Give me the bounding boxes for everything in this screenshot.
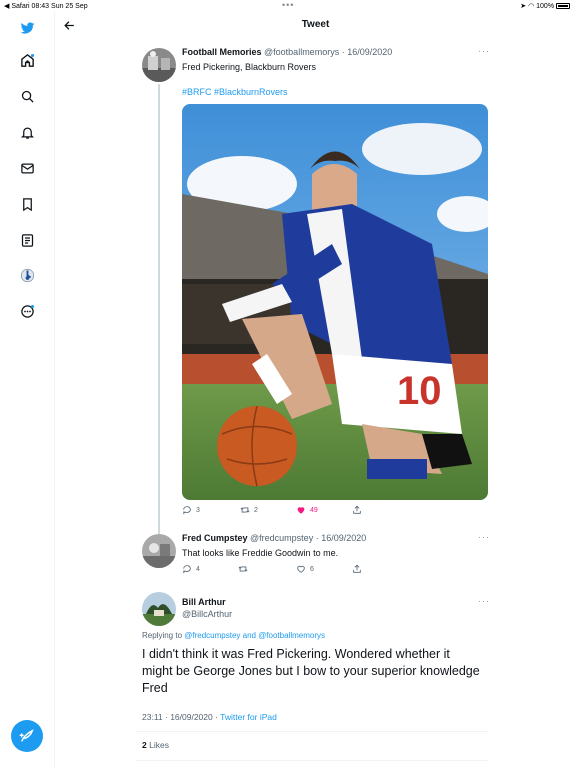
tweet1-text: Fred Pickering, Blackburn Rovers (182, 62, 317, 72)
tweet2-more-button[interactable]: ··· (478, 532, 490, 542)
tweet1-handle-date[interactable]: @footballmemorys · 16/09/2020 (264, 47, 392, 57)
divider (136, 731, 488, 732)
tweet2-like-button[interactable]: 6 (296, 564, 314, 574)
replying-and: and (240, 631, 259, 640)
tweet2-retweet-button[interactable] (238, 564, 248, 574)
tweet1-retweet-count: 2 (254, 506, 258, 514)
retweet-icon (240, 507, 250, 513)
tweet1-like-count: 49 (310, 506, 318, 514)
page-header: Tweet (55, 12, 576, 40)
tweet2-handle-date[interactable]: @fredcumpstey · 16/09/2020 (250, 533, 366, 543)
status-right: ➤ ◠ 100% (520, 2, 570, 10)
multitask-dots[interactable]: ••• (282, 0, 294, 10)
tweet1-share-button[interactable] (352, 505, 362, 515)
main-tweet-source[interactable]: Twitter for iPad (220, 712, 277, 722)
tweet1-more-button[interactable]: ··· (478, 46, 490, 56)
battery-icon (556, 3, 570, 9)
avatar-fred-cumpstey[interactable] (142, 534, 176, 568)
home-icon[interactable] (17, 50, 37, 70)
battery-percent: 100% (536, 3, 555, 10)
main-tweet-text: I didn't think it was Fred Pickering. Wo… (142, 647, 480, 695)
main-tweet-time-date[interactable]: 23:11 · 16/09/2020 · (142, 712, 220, 722)
compose-tweet-icon (19, 729, 34, 742)
tweet2-share-button[interactable] (352, 564, 362, 574)
tweet1-reply-button[interactable]: 3 (182, 505, 200, 515)
avatar-bill-arthur[interactable] (142, 592, 176, 626)
replying-to: Replying to @fredcumpstey and @footballm… (142, 631, 325, 640)
heart-filled-icon (297, 507, 305, 514)
page-title: Tweet (301, 19, 330, 30)
sidebar (0, 12, 55, 768)
retweet-icon (238, 566, 248, 572)
divider (136, 760, 488, 761)
replying-user-fredcumpstey[interactable]: @fredcumpstey (184, 631, 240, 640)
location-icon: ➤ (520, 3, 527, 10)
tweet1-photo[interactable]: 10 (182, 104, 488, 500)
reply-icon (183, 506, 191, 515)
replying-prefix: Replying to (142, 631, 185, 640)
status-bar: ◀ Safari 08:43 Sun 25 Sep ••• ➤ ◠ 100% (0, 0, 576, 12)
main-tweet-handle[interactable]: @BillcArthur (182, 609, 232, 619)
heart-icon (297, 565, 305, 573)
bookmarks-icon[interactable] (17, 194, 37, 214)
tweet1-retweet-button[interactable]: 2 (240, 505, 258, 515)
more-icon[interactable] (17, 301, 37, 321)
tweet2-display-name[interactable]: Fred Cumpstey (182, 533, 248, 543)
profile-icon[interactable] (17, 265, 37, 285)
explore-icon[interactable] (17, 86, 37, 106)
wifi-icon: ◠ (528, 3, 535, 10)
main-tweet-more-button[interactable]: ··· (478, 596, 490, 606)
messages-icon[interactable] (17, 158, 37, 178)
main-tweet-display-name[interactable]: Bill Arthur (182, 597, 226, 607)
main-tweet-meta: 23:11 · 16/09/2020 · Twitter for iPad (142, 712, 277, 722)
main-tweet-likes-label: Likes (146, 740, 169, 750)
tweet2-header: Fred Cumpstey @fredcumpstey · 16/09/2020 (182, 533, 366, 543)
tweet2-reply-count: 4 (196, 565, 200, 573)
share-icon (353, 505, 361, 514)
share-icon (353, 564, 361, 573)
twitter-logo-icon[interactable] (17, 18, 37, 38)
replying-user-footballmemorys[interactable]: @footballmemorys (258, 631, 325, 640)
tweet1-display-name[interactable]: Football Memories (182, 47, 262, 57)
status-left: ◀ Safari 08:43 Sun 25 Sep (4, 3, 88, 10)
compose-tweet-button[interactable] (11, 720, 43, 752)
lists-icon[interactable] (17, 230, 37, 250)
tweet2-reply-button[interactable]: 4 (182, 564, 200, 574)
thread-connector (158, 84, 160, 534)
reply-icon (183, 565, 191, 574)
notifications-icon[interactable] (17, 122, 37, 142)
tweet1-header: Football Memories @footballmemorys · 16/… (182, 47, 392, 57)
main-tweet-likes[interactable]: 2 Likes (142, 740, 169, 750)
svg-text:10: 10 (397, 369, 442, 413)
main-tweet-display-name-wrap: Bill Arthur (182, 597, 226, 607)
tweet2-like-count: 6 (310, 565, 314, 573)
tweet2-text: That looks like Freddie Goodwin to me. (182, 548, 339, 558)
tweet1-like-button[interactable]: 49 (296, 505, 318, 515)
tweet1-reply-count: 3 (196, 506, 200, 514)
avatar-football-memories[interactable] (142, 48, 176, 82)
tweet1-hashtags[interactable]: #BRFC #BlackburnRovers (182, 87, 288, 97)
